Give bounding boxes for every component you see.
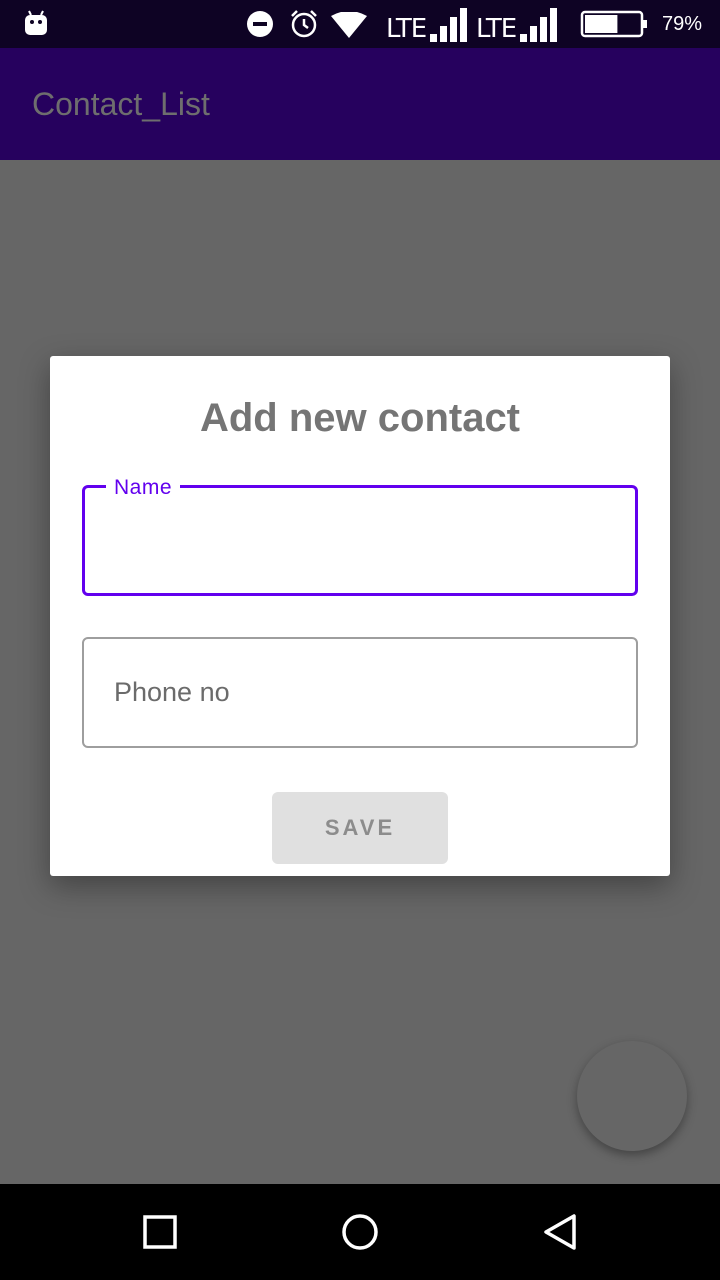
add-contact-fab — [577, 1041, 687, 1151]
phone-field[interactable]: Phone no — [82, 637, 638, 748]
navigation-bar — [0, 1184, 720, 1280]
recents-icon[interactable] — [142, 1214, 178, 1255]
name-field[interactable] — [82, 485, 638, 596]
name-field-label: Name — [106, 476, 181, 500]
back-icon[interactable] — [540, 1214, 580, 1259]
app-bar: Contact_List — [0, 48, 720, 160]
battery-percentage: 79% — [662, 13, 703, 35]
status-bar: LTE LTE 79% — [0, 0, 720, 48]
dialog-title: Add new contact — [199, 396, 521, 440]
app-title: Contact_List — [32, 86, 210, 122]
phone-placeholder: Phone no — [114, 677, 230, 707]
network-type-label-2: LTE — [476, 14, 517, 44]
signal-strength-icon — [430, 8, 470, 47]
signal-strength-icon-2 — [520, 8, 560, 47]
save-button[interactable]: SAVE — [272, 792, 448, 864]
add-contact-dialog: Add new contact Name Phone no SAVE — [50, 356, 670, 876]
name-input[interactable] — [113, 516, 609, 566]
network-type-label: LTE — [386, 14, 427, 44]
android-robot-icon — [24, 10, 48, 41]
alarm-clock-icon — [289, 9, 319, 44]
do-not-disturb-icon — [246, 10, 274, 43]
wifi-icon — [331, 11, 367, 43]
home-icon[interactable] — [340, 1214, 380, 1259]
battery-icon — [580, 10, 650, 43]
